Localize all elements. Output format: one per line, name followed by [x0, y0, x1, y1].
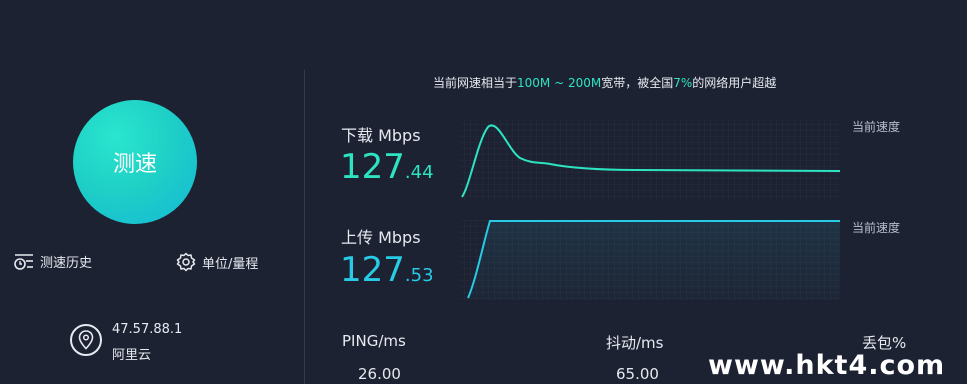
download-current-speed-label: 当前速度 [852, 120, 901, 134]
upload-speed-fill [468, 221, 840, 300]
units-range-link[interactable]: 单位/量程 [176, 252, 258, 272]
message-part2: 宽带，被全国 [601, 76, 674, 90]
panel-divider [304, 70, 305, 384]
upload-speed-value: 127.53 [340, 253, 434, 287]
message-part1: 当前网速相当于 [433, 76, 518, 90]
download-speed-frac: .44 [404, 162, 434, 183]
download-speed-int: 127 [340, 147, 405, 187]
message-bandwidth-range: 100M ~ 200M [517, 76, 602, 90]
start-test-button[interactable]: 测速 [73, 100, 197, 224]
location-pin-icon [70, 324, 102, 356]
jitter-value: 65.00 [616, 365, 659, 383]
message-percent: 7% [673, 76, 693, 90]
speed-graph [460, 120, 841, 300]
upload-speed-frac: .53 [404, 265, 434, 286]
download-label: 下载 Mbps [341, 126, 421, 145]
upload-current-speed-label: 当前速度 [852, 221, 901, 235]
upload-speed-int: 127 [340, 250, 405, 290]
units-range-label: 单位/量程 [202, 256, 259, 272]
start-test-label: 测速 [112, 152, 157, 177]
message-part3: 的网络用户超越 [692, 76, 777, 90]
site-watermark: www.hkt4.com [708, 350, 946, 381]
ping-label: PING/ms [342, 332, 406, 350]
download-speed-value: 127.44 [340, 150, 434, 184]
test-history-link[interactable]: 测速历史 [14, 252, 92, 271]
test-history-label: 测速历史 [40, 256, 93, 271]
history-list-icon [14, 253, 34, 271]
ping-value: 26.00 [358, 365, 401, 383]
jitter-label: 抖动/ms [606, 334, 664, 352]
server-ip: 47.57.88.1 [112, 322, 183, 337]
download-graph-area [460, 120, 840, 200]
speed-summary-message: 当前网速相当于100M ~ 200M宽带，被全国7%的网络用户超越 [433, 74, 776, 91]
server-provider: 阿里云 [112, 348, 152, 363]
gear-icon [176, 252, 196, 272]
upload-label: 上传 Mbps [341, 228, 421, 247]
